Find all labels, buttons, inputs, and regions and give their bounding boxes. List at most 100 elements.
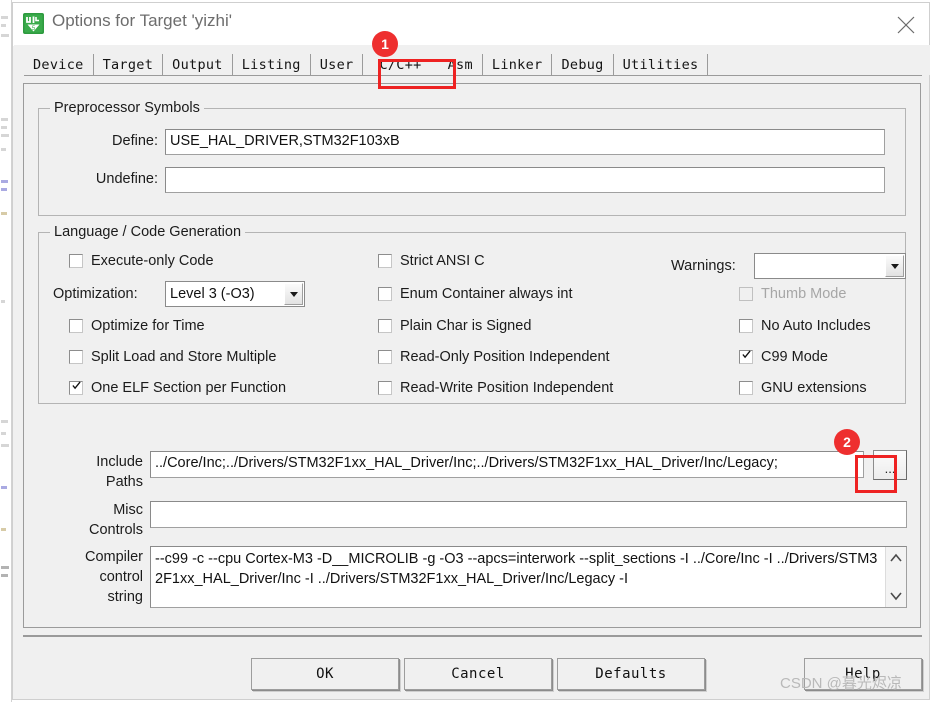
checkbox-box-no-auto-includes: [739, 319, 753, 333]
scroll-down-icon[interactable]: [886, 585, 906, 605]
include-paths-label-line2: Paths: [105, 474, 143, 490]
tab-label: Device: [33, 57, 84, 73]
tab-device[interactable]: Device: [24, 54, 94, 75]
tab-label: Linker: [491, 57, 543, 73]
checkbox-box-plain-char-is-signed: [378, 319, 392, 333]
tab-c-c[interactable]: C/C++: [363, 54, 438, 75]
tab-label: Debug: [561, 57, 604, 73]
checkbox-label-c99-mode: C99 Mode: [761, 349, 828, 365]
include-paths-browse-button[interactable]: ...: [873, 450, 907, 480]
language-code-generation-legend: Language / Code Generation: [50, 224, 246, 240]
compiler-control-string-textarea[interactable]: --c99 -c --cpu Cortex-M3 -D__MICROLIB -g…: [150, 546, 907, 608]
checkbox-read-write-position-independent[interactable]: Read-Write Position Independent: [378, 380, 613, 396]
checkbox-label-gnu-extensions: GNU extensions: [761, 380, 867, 396]
checkbox-one-elf-section-per-function[interactable]: One ELF Section per Function: [69, 380, 286, 396]
checkbox-box-strict-ansi-c: [378, 254, 392, 268]
checkbox-box-c99-mode: [739, 350, 753, 364]
warnings-select[interactable]: [754, 253, 906, 279]
checkbox-box-enum-container-always-int: [378, 287, 392, 301]
tab-output[interactable]: Output: [163, 54, 233, 75]
checkbox-plain-char-is-signed[interactable]: Plain Char is Signed: [378, 318, 531, 334]
checkbox-no-auto-includes[interactable]: No Auto Includes: [739, 318, 871, 334]
checkbox-box-read-only-position-independent: [378, 350, 392, 364]
tab-user[interactable]: User: [310, 54, 364, 75]
misc-controls-label-line1: Misc: [113, 502, 143, 518]
optimization-select-value: Level 3 (-O3): [170, 286, 255, 302]
tab-listing[interactable]: Listing: [232, 54, 311, 75]
checkbox-label-split-load-and-store-multiple: Split Load and Store Multiple: [91, 349, 277, 365]
checkbox-enum-container-always-int[interactable]: Enum Container always int: [378, 286, 572, 302]
tab-label: User: [319, 57, 354, 73]
cancel-button[interactable]: Cancel: [404, 658, 552, 690]
tab-label: Listing: [241, 57, 301, 73]
checkbox-label-optimize-for-time: Optimize for Time: [91, 318, 205, 334]
define-input[interactable]: USE_HAL_DRIVER,STM32F103xB: [165, 129, 885, 155]
compiler-control-string-label-line1: Compiler: [84, 549, 143, 565]
checkbox-label-execute-only-code: Execute-only Code: [91, 253, 214, 269]
define-label: Define:: [112, 133, 158, 149]
tab-utilities[interactable]: Utilities: [613, 54, 709, 75]
chevron-down-icon[interactable]: [284, 283, 303, 305]
screen: 5 Options for Target 'yizhi' Device Targe…: [0, 0, 932, 702]
close-button[interactable]: [883, 3, 929, 44]
checkbox-split-load-and-store-multiple[interactable]: Split Load and Store Multiple: [69, 349, 276, 365]
include-paths-label-line1: Include: [96, 454, 143, 470]
help-button[interactable]: Help: [804, 658, 922, 690]
checkbox-box-gnu-extensions: [739, 381, 753, 395]
compiler-control-string-label-line2: control: [99, 569, 143, 585]
checkbox-gnu-extensions[interactable]: GNU extensions: [739, 380, 867, 396]
tab-label: Target: [102, 57, 154, 73]
checkbox-box-thumb-mode: [739, 287, 753, 301]
undefine-input[interactable]: [165, 167, 885, 193]
checkbox-label-thumb-mode: Thumb Mode: [761, 286, 847, 302]
misc-controls-input[interactable]: [150, 501, 907, 528]
tab-label: Utilities: [622, 57, 699, 73]
tab-debug[interactable]: Debug: [552, 54, 614, 75]
checkbox-label-enum-container-always-int: Enum Container always int: [400, 286, 573, 302]
tab-label: Output: [172, 57, 223, 73]
scroll-up-icon[interactable]: [886, 549, 906, 569]
checkbox-label-no-auto-includes: No Auto Includes: [761, 318, 871, 334]
dialog-button-bar: OK Cancel Defaults Help: [14, 635, 930, 699]
checkbox-c99-mode[interactable]: C99 Mode: [739, 349, 828, 365]
checkbox-box-split-load-and-store-multiple: [69, 350, 83, 364]
checkbox-box-optimize-for-time: [69, 319, 83, 333]
options-for-target-dialog: 5 Options for Target 'yizhi' Device Targe…: [12, 2, 930, 700]
keil-uvision-logo-icon: 5: [23, 13, 44, 34]
checkbox-read-only-position-independent[interactable]: Read-Only Position Independent: [378, 349, 610, 365]
warnings-label: Warnings:: [671, 258, 736, 274]
optimization-select[interactable]: Level 3 (-O3): [165, 281, 305, 307]
undefine-label: Undefine:: [95, 171, 158, 187]
tab-asm[interactable]: Asm: [438, 54, 483, 75]
checkbox-box-execute-only-code: [69, 254, 83, 268]
checkbox-execute-only-code[interactable]: Execute-only Code: [69, 253, 214, 269]
background-editor-strip: [0, 0, 12, 702]
tab-list: Device Target Output Listing User C/C++ Asm Lin…: [24, 54, 709, 75]
language-code-generation-group: Language / Code Generation Execute-only …: [38, 224, 906, 404]
defaults-button[interactable]: Defaults: [557, 658, 705, 690]
ok-button[interactable]: OK: [251, 658, 399, 690]
compiler-control-string-label-line3: string: [107, 589, 143, 605]
checkbox-box-read-write-position-independent: [378, 381, 392, 395]
chevron-down-icon-warnings[interactable]: [885, 255, 904, 277]
checkbox-thumb-mode: Thumb Mode: [739, 286, 846, 302]
preprocessor-symbols-group: Preprocessor Symbols Define: USE_HAL_DRI…: [38, 100, 906, 216]
tab-label: C/C++: [379, 57, 422, 73]
tab-strip: Device Target Output Listing User C/C++ Asm Lin…: [14, 45, 930, 76]
tab-target[interactable]: Target: [93, 54, 164, 75]
checkbox-optimize-for-time[interactable]: Optimize for Time: [69, 318, 205, 334]
tab-linker[interactable]: Linker: [482, 54, 553, 75]
tab-underline: [24, 75, 922, 76]
tab-label: Asm: [447, 57, 473, 73]
checkbox-strict-ansi-c[interactable]: Strict ANSI C: [378, 253, 485, 269]
checkbox-label-strict-ansi-c: Strict ANSI C: [400, 253, 485, 269]
checkbox-box-one-elf-section-per-function: [69, 381, 83, 395]
compiler-control-string-text: --c99 -c --cpu Cortex-M3 -D__MICROLIB -g…: [155, 551, 878, 587]
checkbox-label-plain-char-is-signed: Plain Char is Signed: [400, 318, 532, 334]
include-paths-input[interactable]: ../Core/Inc;../Drivers/STM32F1xx_HAL_Dri…: [150, 451, 864, 478]
checkbox-label-read-only-position-independent: Read-Only Position Independent: [400, 349, 610, 365]
dialog-title: Options for Target 'yizhi': [52, 11, 233, 30]
button-bar-separator: [23, 635, 922, 637]
compiler-control-string-scrollbar[interactable]: [885, 547, 906, 607]
checkbox-label-one-elf-section-per-function: One ELF Section per Function: [91, 380, 287, 396]
